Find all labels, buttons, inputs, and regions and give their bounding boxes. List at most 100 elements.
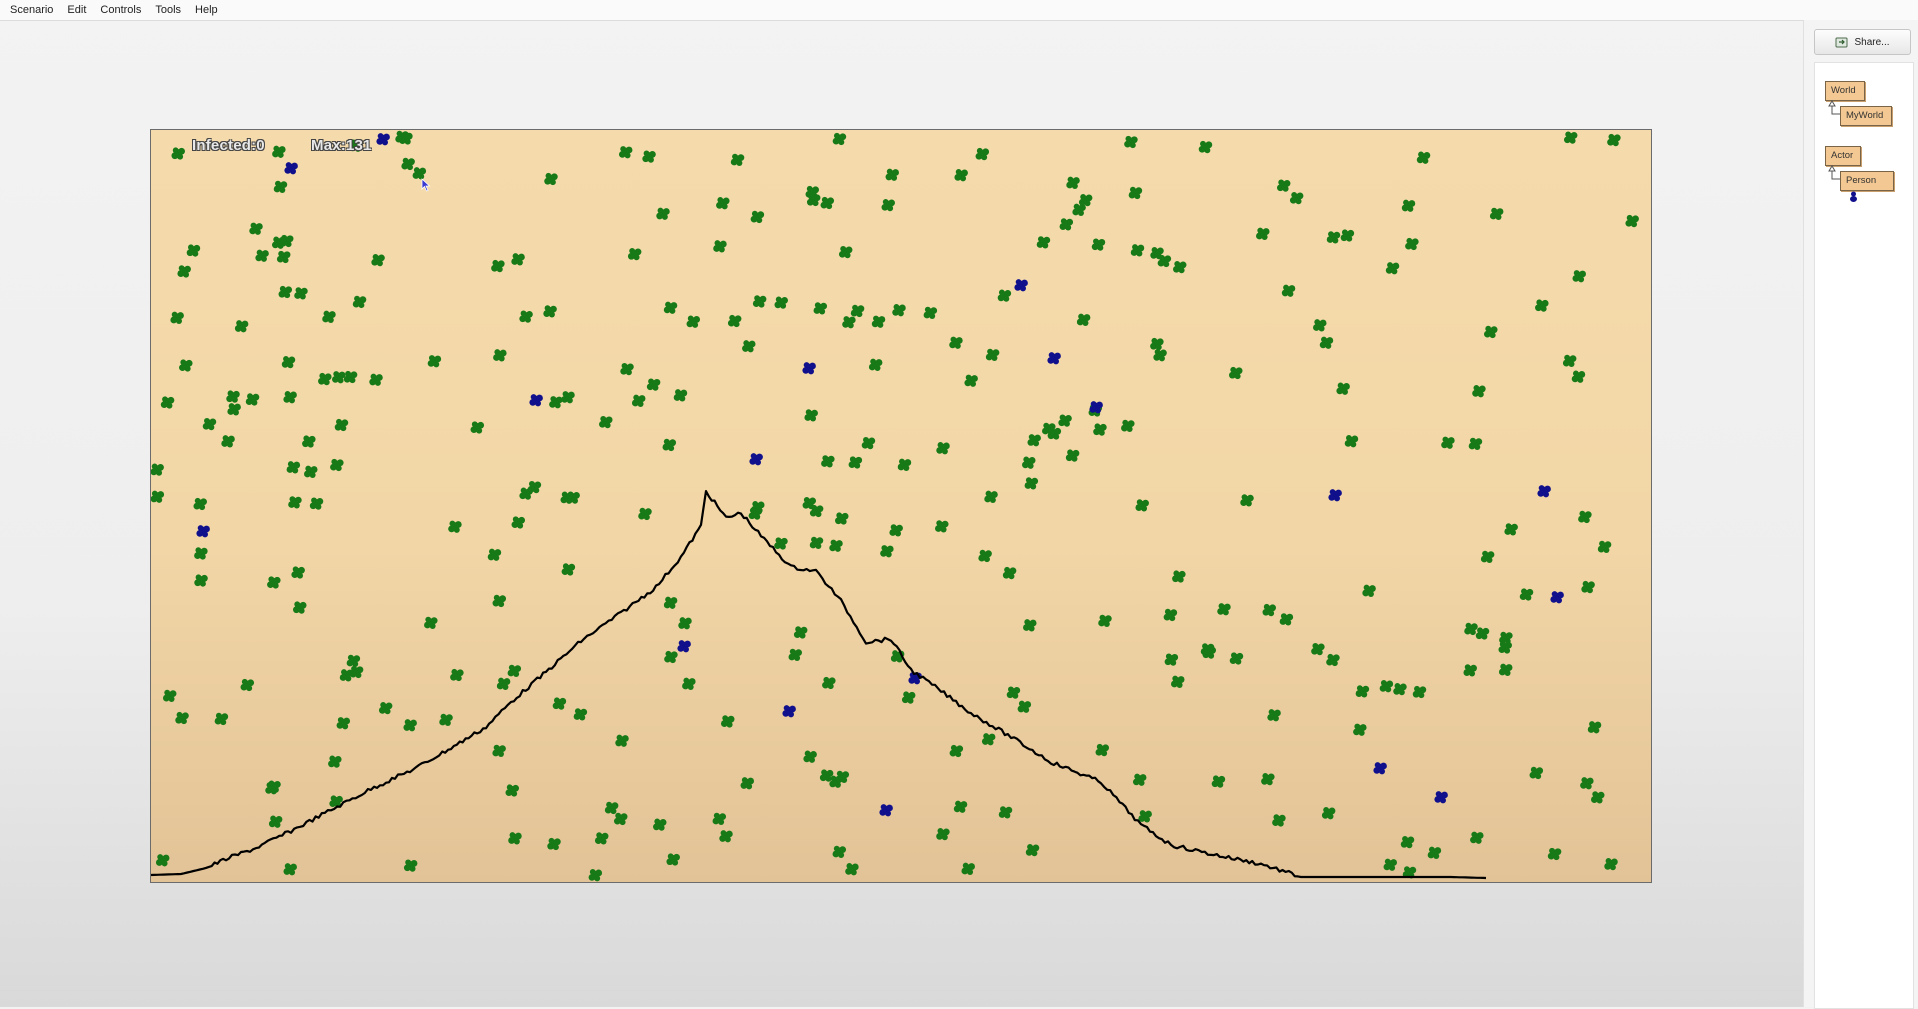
healthy-person — [953, 800, 968, 813]
healthy-person — [1124, 135, 1138, 149]
healthy-person — [713, 240, 727, 253]
healthy-person — [1130, 244, 1145, 257]
menu-help[interactable]: Help — [188, 0, 225, 20]
healthy-person — [804, 409, 818, 422]
healthy-person — [1441, 436, 1455, 449]
healthy-person — [226, 390, 240, 403]
healthy-person — [1362, 584, 1376, 597]
healthy-person — [1173, 260, 1187, 274]
healthy-person — [845, 863, 859, 876]
healthy-person — [1607, 133, 1621, 147]
healthy-person — [664, 650, 678, 664]
infected-person — [1014, 279, 1028, 292]
menu-scenario[interactable]: Scenario — [0, 0, 60, 20]
healthy-person — [1078, 194, 1093, 207]
class-myworld[interactable]: MyWorld — [1840, 106, 1892, 126]
healthy-person — [496, 677, 511, 690]
class-person[interactable]: Person — [1840, 171, 1894, 202]
healthy-person — [194, 547, 208, 560]
side-panel: Share... World MyWorld Actor Person — [1803, 20, 1918, 1009]
healthy-person — [868, 358, 883, 371]
healthy-person — [774, 537, 788, 550]
healthy-person — [1547, 847, 1562, 861]
healthy-person — [1562, 354, 1577, 368]
healthy-person — [1256, 227, 1270, 240]
healthy-person — [1025, 844, 1040, 857]
healthy-person — [304, 465, 318, 478]
healthy-person — [1171, 675, 1185, 688]
healthy-person — [1267, 709, 1281, 722]
healthy-person — [318, 372, 332, 386]
healthy-person — [1590, 791, 1605, 804]
healthy-person — [712, 812, 727, 825]
healthy-person — [599, 415, 613, 429]
healthy-person — [1065, 449, 1080, 462]
menu-tools[interactable]: Tools — [148, 0, 188, 20]
healthy-person — [631, 394, 646, 407]
healthy-person — [1072, 203, 1086, 216]
healthy-person — [1379, 680, 1394, 693]
menu-edit[interactable]: Edit — [60, 0, 93, 20]
healthy-person — [1076, 313, 1091, 326]
healthy-person — [1135, 499, 1149, 512]
healthy-person — [662, 438, 677, 452]
healthy-person — [1326, 653, 1340, 667]
infected-person — [782, 705, 796, 718]
healthy-person — [328, 755, 342, 768]
healthy-person — [1066, 176, 1080, 189]
infected-counter: Infected:0 — [192, 137, 265, 154]
healthy-person — [1498, 641, 1512, 654]
healthy-person — [160, 396, 175, 409]
infected-person — [879, 804, 893, 817]
healthy-person — [1355, 685, 1370, 698]
healthy-person — [293, 601, 307, 614]
healthy-person — [961, 862, 975, 875]
healthy-person — [448, 520, 462, 533]
healthy-person — [561, 563, 576, 576]
healthy-person — [1024, 477, 1039, 490]
healthy-person — [1489, 207, 1504, 220]
class-world[interactable]: World — [1825, 81, 1865, 101]
healthy-person — [719, 830, 733, 843]
healthy-person — [255, 249, 269, 262]
healthy-person — [666, 853, 680, 866]
healthy-person — [1036, 236, 1051, 249]
healthy-person — [1150, 337, 1164, 351]
healthy-person — [271, 236, 286, 249]
healthy-person — [549, 396, 563, 409]
healthy-person — [620, 362, 634, 376]
healthy-person — [686, 315, 701, 328]
healthy-person — [1336, 382, 1350, 395]
healthy-person — [511, 253, 525, 266]
healthy-person — [221, 435, 235, 448]
healthy-person — [1153, 349, 1167, 362]
healthy-person — [1211, 775, 1226, 788]
menu-bar: Scenario Edit Controls Tools Help — [0, 0, 1918, 21]
healthy-person — [832, 845, 847, 859]
class-actor[interactable]: Actor — [1825, 146, 1861, 166]
healthy-person — [594, 832, 609, 845]
healthy-person — [682, 677, 696, 690]
healthy-person — [740, 777, 755, 790]
menu-controls[interactable]: Controls — [93, 0, 148, 20]
share-button[interactable]: Share... — [1814, 29, 1911, 55]
status-strip — [0, 990, 1803, 1008]
share-label: Share... — [1854, 36, 1890, 48]
healthy-person — [283, 863, 297, 876]
healthy-person — [1281, 284, 1296, 297]
healthy-person — [1262, 603, 1277, 617]
healthy-person — [193, 497, 207, 511]
healthy-person — [793, 626, 808, 639]
class-person-label: Person — [1846, 175, 1877, 186]
healthy-person — [720, 715, 735, 728]
healthy-person — [273, 180, 288, 193]
healthy-person — [835, 770, 850, 784]
healthy-person — [151, 463, 164, 476]
healthy-person — [1480, 550, 1495, 564]
healthy-person — [964, 374, 978, 387]
healthy-person — [838, 245, 853, 259]
world-view[interactable]: Infected:0 Max:131 — [150, 129, 1652, 883]
healthy-person — [276, 250, 291, 264]
healthy-person — [492, 594, 507, 608]
healthy-person — [742, 340, 756, 353]
